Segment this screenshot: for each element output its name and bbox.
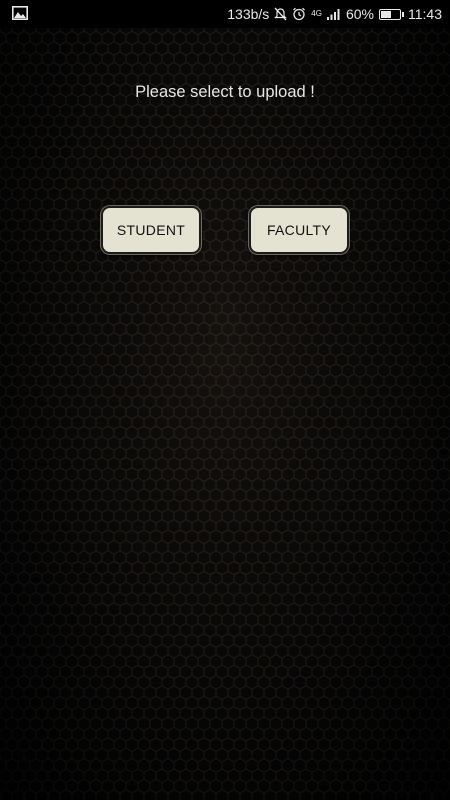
- network-speed: 133b/s: [227, 6, 270, 22]
- screen: 133b/s 4G 60% 11:43 Please select to upl…: [0, 0, 450, 800]
- battery-level: [381, 10, 391, 18]
- battery-percent: 60%: [345, 6, 374, 22]
- mute-icon: [274, 7, 288, 21]
- image-icon: [12, 6, 28, 20]
- alarm-icon: [293, 7, 306, 21]
- faculty-button[interactable]: FACULTY: [249, 206, 349, 254]
- faculty-button-label: FACULTY: [266, 222, 332, 238]
- hexagon-mesh-background: [0, 0, 450, 800]
- student-button[interactable]: STUDENT: [101, 206, 201, 254]
- upload-prompt: Please select to upload !: [135, 83, 315, 101]
- signal-icon: [326, 9, 340, 20]
- status-bar: 133b/s 4G 60% 11:43: [0, 0, 450, 28]
- network-type: 4G: [311, 9, 322, 18]
- clock: 11:43: [408, 6, 442, 22]
- student-button-label: STUDENT: [116, 222, 186, 238]
- status-indicators: 133b/s 4G 60% 11:43: [227, 0, 442, 28]
- battery-icon: [379, 8, 404, 20]
